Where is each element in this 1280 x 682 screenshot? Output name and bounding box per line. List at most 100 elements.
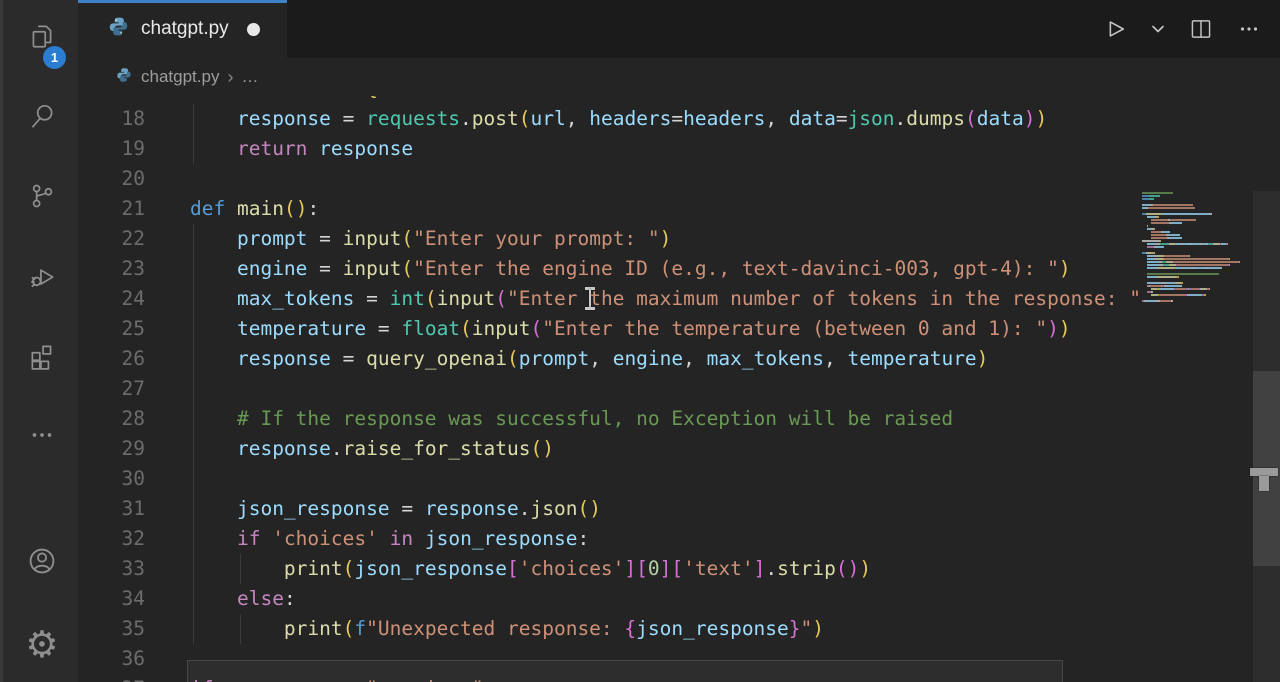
indent-guide [193, 584, 194, 614]
code-line[interactable]: 22 prompt = input("Enter your prompt: ") [78, 224, 1280, 254]
line-number: 18 [78, 104, 145, 134]
extensions-icon [27, 341, 57, 376]
line-number: 26 [78, 344, 145, 374]
code-line[interactable]: 28 # If the response was successful, no … [78, 404, 1280, 434]
sidebar-item-accounts[interactable] [3, 535, 81, 591]
activity-bar: 1 [0, 0, 78, 682]
code-line[interactable]: 31 json_response = response.json() [78, 494, 1280, 524]
line-number: 29 [78, 434, 145, 464]
line-number: 37 [78, 674, 145, 682]
indent-guide [193, 134, 194, 164]
line-number: 27 [78, 374, 145, 404]
line-number: 34 [78, 584, 145, 614]
code-line[interactable]: 30 [78, 464, 1280, 494]
indent-guide [193, 104, 194, 134]
minimap[interactable] [1138, 191, 1253, 682]
run-dropdown-chevron-icon[interactable] [1148, 14, 1168, 44]
search-icon [27, 101, 57, 136]
sidebar-item-manage[interactable]: ⚙ [3, 616, 81, 672]
code-line[interactable]: 20 [78, 164, 1280, 194]
indent-guide [193, 494, 194, 524]
sidebar-item-run-debug[interactable] [3, 250, 81, 306]
python-file-icon [108, 16, 129, 42]
sidebar-item-source-control[interactable] [3, 170, 81, 226]
sidebar-item-more-views[interactable] [3, 409, 81, 465]
run-button[interactable] [1100, 14, 1130, 44]
line-number: 23 [78, 254, 145, 284]
ellipsis-icon [27, 420, 57, 455]
code-line[interactable]: 37if __name__ == "__main__": [78, 674, 1280, 682]
code-line[interactable]: 33 print(json_response['choices'][0]['te… [78, 554, 1280, 584]
code-line[interactable]: 35 print(f"Unexpected response: {json_re… [78, 614, 1280, 644]
minimap-content [1142, 191, 1240, 302]
code-line[interactable]: 32 if 'choices' in json_response: [78, 524, 1280, 554]
indent-guide [193, 524, 194, 554]
code-line[interactable]: 21def main(): [78, 194, 1280, 224]
code-area[interactable]: 17 {18 response = requests.post(url, hea… [78, 96, 1280, 682]
debug-icon [27, 261, 57, 296]
vscode-window: 1 [0, 0, 1280, 682]
code-lines: 17 {18 response = requests.post(url, hea… [78, 96, 1280, 682]
line-number: 36 [78, 644, 145, 674]
indent-guide [193, 554, 194, 584]
code-line[interactable]: 29 response.raise_for_status() [78, 434, 1280, 464]
code-line[interactable]: 25 temperature = float(input("Enter the … [78, 314, 1280, 344]
explorer-badge: 1 [43, 46, 66, 69]
vertical-scrollbar[interactable] [1253, 191, 1280, 682]
python-file-icon [116, 67, 132, 88]
indent-guide [193, 224, 194, 254]
more-actions-button[interactable] [1234, 14, 1264, 44]
text-cursor-pointer [584, 287, 596, 310]
indent-guide [193, 254, 194, 284]
line-number: 24 [78, 284, 145, 314]
sidebar-item-search[interactable] [3, 90, 81, 146]
indent-guide [240, 614, 241, 644]
indent-guide [193, 314, 194, 344]
sidebar-item-explorer[interactable]: 1 [3, 10, 81, 66]
indent-guide [193, 614, 194, 644]
indent-guide [193, 464, 194, 494]
gear-icon: ⚙ [25, 626, 58, 663]
indent-guide [193, 284, 194, 314]
code-line[interactable]: 18 response = requests.post(url, headers… [78, 104, 1280, 134]
indent-guide [193, 374, 194, 404]
breadcrumb-separator: › [227, 67, 233, 88]
tab-chatgpt-py[interactable]: chatgpt.py [78, 0, 287, 58]
indent-guide [240, 554, 241, 584]
indent-guide [193, 344, 194, 374]
breadcrumb-file-label: chatgpt.py [141, 67, 219, 87]
code-line[interactable]: 36 [78, 644, 1280, 674]
git-branch-icon [27, 181, 57, 216]
breadcrumb-item-symbol[interactable]: … [241, 67, 258, 87]
line-number: 25 [78, 314, 145, 344]
code-line[interactable]: 19 return response [78, 134, 1280, 164]
code-line[interactable]: 26 response = query_openai(prompt, engin… [78, 344, 1280, 374]
modified-indicator-dot[interactable] [247, 23, 260, 36]
line-number: 32 [78, 524, 145, 554]
line-number: 35 [78, 614, 145, 644]
code-line[interactable]: 17 { [78, 96, 1280, 104]
tab-bar: chatgpt.py [78, 0, 1280, 58]
breadcrumb-item-file[interactable]: chatgpt.py [116, 67, 219, 88]
active-tab-indicator [78, 0, 287, 3]
mouse-cursor-shape [1250, 468, 1278, 492]
line-number: 33 [78, 554, 145, 584]
editor-group: chatgpt.py [78, 0, 1280, 682]
account-icon [26, 545, 58, 582]
code-line[interactable]: 23 engine = input("Enter the engine ID (… [78, 254, 1280, 284]
code-line[interactable]: 34 else: [78, 584, 1280, 614]
tab-label: chatgpt.py [141, 18, 229, 40]
line-number: 31 [78, 494, 145, 524]
indent-guide [193, 434, 194, 464]
line-number: 22 [78, 224, 145, 254]
line-number: 21 [78, 194, 145, 224]
code-line[interactable]: 27 [78, 374, 1280, 404]
line-number: 17 [78, 96, 145, 104]
editor-actions [1100, 0, 1264, 58]
line-number: 20 [78, 164, 145, 194]
line-number: 19 [78, 134, 145, 164]
indent-guide [193, 404, 194, 434]
split-editor-button[interactable] [1186, 14, 1216, 44]
sidebar-item-extensions[interactable] [3, 330, 81, 386]
code-line[interactable]: 24 max_tokens = int(input("Enter the max… [78, 284, 1280, 314]
